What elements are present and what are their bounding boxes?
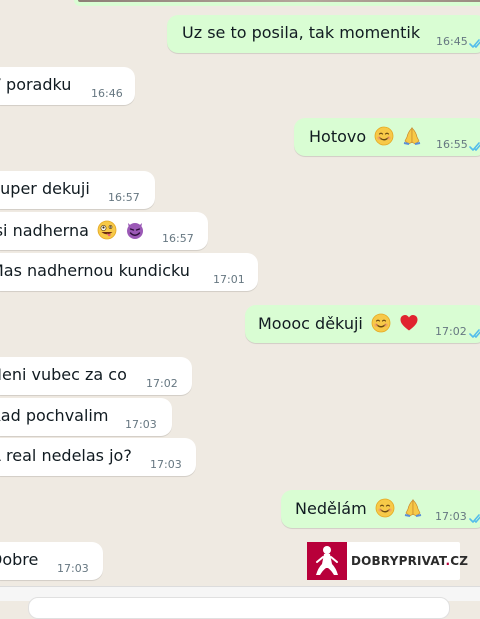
red-heart-emoji [400, 315, 418, 331]
message-composer-bar [0, 586, 480, 619]
read-ticks-icon [469, 329, 480, 338]
message-bubble-outgoing[interactable]: Moooc děkuji 17:02 [245, 305, 480, 343]
media-message-thumbnail[interactable] [74, 0, 480, 6]
message-text: Rad pochvalim [0, 406, 109, 425]
message-bubble-incoming[interactable]: Super dekuji 16:57 [0, 171, 155, 209]
message-time: 17:02 [435, 325, 467, 338]
message-text: A real nedelas jo? [0, 446, 132, 465]
folded-hands-emoji [404, 127, 421, 145]
folded-hands-emoji [404, 499, 422, 517]
message-time: 16:55 [436, 138, 468, 151]
watermark-text-tld: CZ [450, 554, 469, 568]
message-text-content: Nedělám [295, 499, 367, 518]
message-input[interactable] [28, 597, 450, 619]
message-bubble-outgoing[interactable]: Nedělám 17:03 [281, 490, 480, 528]
smiling-face-emoji [371, 313, 391, 333]
watermark-text-main: DOBRYPRIVAT [351, 554, 446, 568]
read-ticks-icon [469, 514, 480, 523]
message-text: Nedělám [295, 498, 423, 519]
smiling-face-emoji [374, 126, 394, 146]
message-time: 17:03 [125, 418, 157, 431]
message-text-content: Moooc děkuji [258, 314, 363, 333]
message-bubble-incoming[interactable]: Dobre 17:03 [0, 542, 103, 580]
read-ticks-icon [469, 39, 480, 48]
chat-area: Uz se to posila, tak momentik 16:45 V po… [0, 0, 480, 619]
message-text: Hotovo [309, 126, 422, 147]
message-time: 16:46 [91, 87, 123, 100]
message-text: Moooc děkuji [258, 313, 419, 334]
message-bubble-outgoing[interactable]: Uz se to posila, tak momentik 16:45 [167, 15, 480, 53]
message-bubble-incoming[interactable]: Neni vubec za co 17:02 [0, 357, 192, 395]
message-time: 16:57 [108, 191, 140, 204]
message-time: 16:45 [436, 35, 468, 48]
message-time: 17:03 [150, 458, 182, 471]
message-text: Dobre [0, 550, 39, 569]
message-text: Jsi nadherna [0, 220, 145, 241]
message-text: Uz se to posila, tak momentik [182, 23, 421, 42]
message-text-content: Jsi nadherna [0, 221, 89, 240]
message-time: 16:57 [162, 232, 194, 245]
watermark-logo: DOBRYPRIVAT.CZ [307, 542, 468, 580]
message-bubble-incoming[interactable]: Mas nadhernou kundicku 17:01 [0, 253, 258, 291]
message-bubble-incoming[interactable]: Jsi nadherna 16:57 [0, 212, 208, 250]
message-bubble-incoming[interactable]: V poradku 16:46 [0, 67, 135, 105]
message-time: 17:01 [213, 273, 245, 286]
message-text: Neni vubec za co [0, 365, 127, 384]
message-time: 17:03 [57, 562, 89, 575]
message-text-content: Hotovo [309, 127, 367, 146]
message-bubble-incoming[interactable]: A real nedelas jo? 17:03 [0, 438, 196, 476]
message-text: Super dekuji [0, 179, 90, 198]
message-text: V poradku [0, 75, 72, 94]
zany-face-emoji [97, 220, 117, 240]
message-bubble-incoming[interactable]: Rad pochvalim 17:03 [0, 398, 172, 436]
message-bubble-outgoing[interactable]: Hotovo 16:55 [294, 118, 480, 156]
smiling-devil-emoji [127, 223, 144, 239]
watermark-text: DOBRYPRIVAT.CZ [351, 552, 468, 570]
watermark-figure-icon [307, 542, 347, 580]
read-ticks-icon [469, 142, 480, 151]
message-text: Mas nadhernou kundicku [0, 261, 190, 280]
message-time: 17:03 [435, 510, 467, 523]
message-time: 17:02 [146, 377, 178, 390]
smiling-face-emoji [375, 498, 395, 518]
